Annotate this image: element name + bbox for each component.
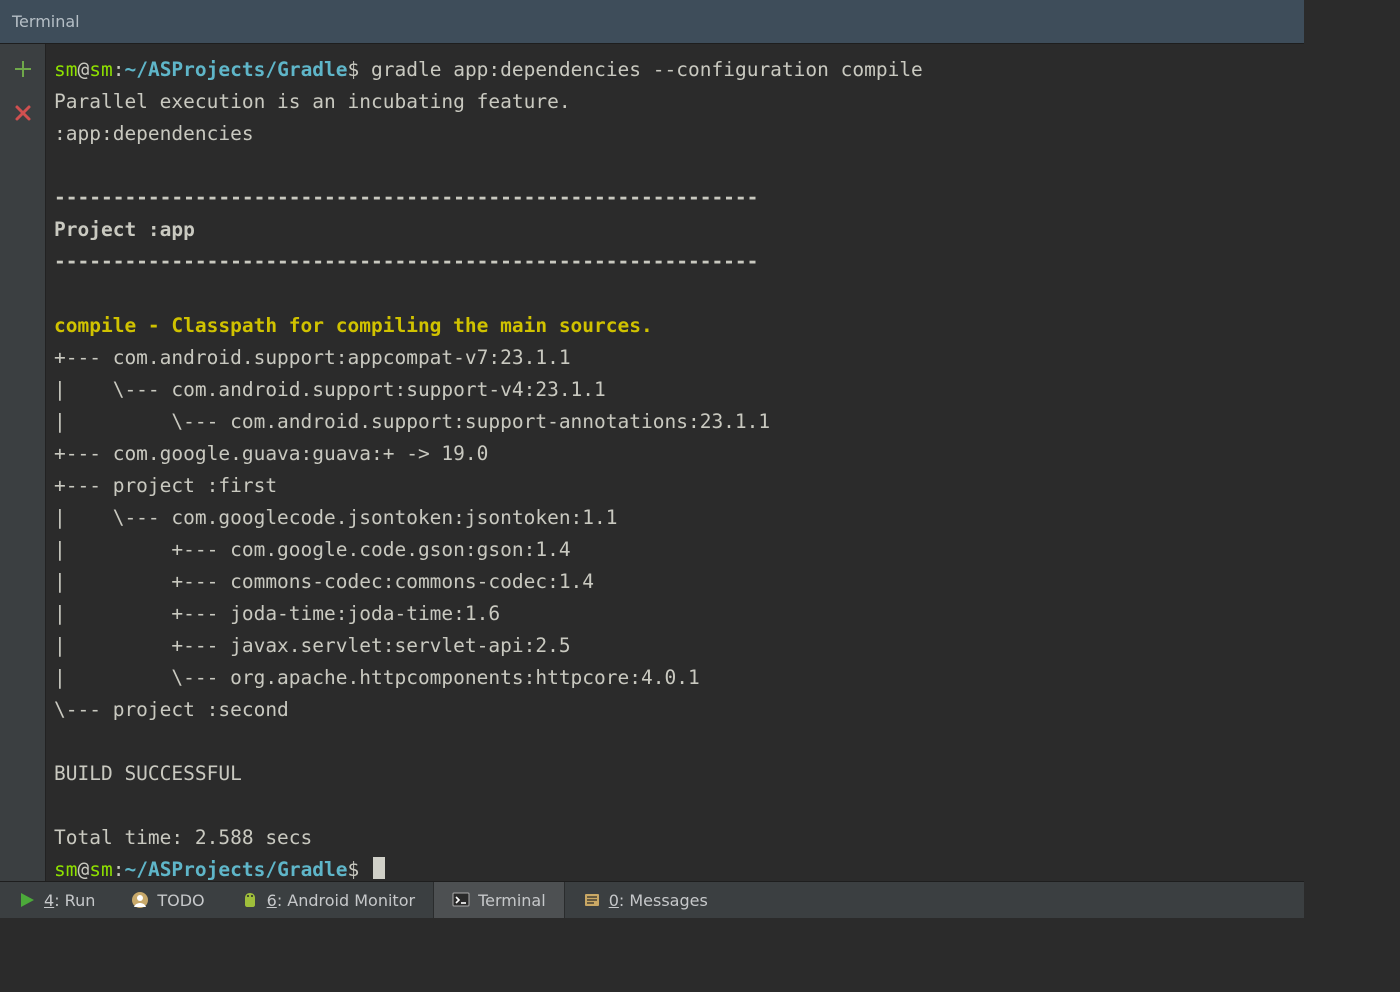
prompt-colon: : bbox=[113, 58, 125, 81]
tool-window-bar: 4: Run TODO 6: Android Monitor Terminal … bbox=[0, 881, 1304, 918]
run-icon bbox=[18, 891, 36, 909]
dep-5: +--- project :first bbox=[54, 474, 277, 497]
prompt2-host: sm bbox=[89, 858, 112, 881]
todo-label: TODO bbox=[157, 891, 204, 910]
out-sep1: ----------------------------------------… bbox=[54, 186, 758, 209]
dep-11: | \--- org.apache.httpcomponents:httpcor… bbox=[54, 666, 700, 689]
dep-12: \--- project :second bbox=[54, 698, 289, 721]
out-task: :app:dependencies bbox=[54, 122, 254, 145]
close-tab-icon[interactable] bbox=[12, 102, 34, 124]
panel-title: Terminal bbox=[12, 12, 80, 31]
android-label: : Android Monitor bbox=[277, 891, 415, 910]
prompt-host: sm bbox=[89, 58, 112, 81]
terminal-panel: sm@sm:~/ASProjects/Gradle$ gradle app:de… bbox=[0, 44, 1304, 881]
android-icon bbox=[241, 891, 259, 909]
run-num: 4 bbox=[44, 891, 54, 910]
toolwindow-android-monitor[interactable]: 6: Android Monitor bbox=[223, 882, 433, 918]
dep-8: | +--- commons-codec:commons-codec:1.4 bbox=[54, 570, 594, 593]
prompt2-colon: : bbox=[113, 858, 125, 881]
messages-icon bbox=[583, 891, 601, 909]
terminal-output[interactable]: sm@sm:~/ASProjects/Gradle$ gradle app:de… bbox=[46, 44, 1304, 881]
command-text: gradle app:dependencies --configuration … bbox=[359, 58, 923, 81]
out-sep2: ----------------------------------------… bbox=[54, 250, 758, 273]
out-build: BUILD SUCCESSFUL bbox=[54, 762, 242, 785]
terminal-icon bbox=[452, 891, 470, 909]
toolwindow-messages[interactable]: 0: Messages bbox=[565, 882, 726, 918]
dep-6: | \--- com.googlecode.jsontoken:jsontoke… bbox=[54, 506, 618, 529]
prompt-path: ~/ASProjects/Gradle bbox=[124, 58, 347, 81]
toolwindow-run[interactable]: 4: Run bbox=[0, 882, 113, 918]
terminal-gutter bbox=[0, 44, 46, 881]
run-label: : Run bbox=[54, 891, 95, 910]
terminal-cursor bbox=[373, 857, 385, 879]
dep-3: | \--- com.android.support:support-annot… bbox=[54, 410, 770, 433]
panel-titlebar: Terminal bbox=[0, 0, 1304, 44]
out-compile-header: compile - Classpath for compiling the ma… bbox=[54, 314, 653, 337]
prompt2-dollar: $ bbox=[348, 858, 360, 881]
todo-icon bbox=[131, 891, 149, 909]
prompt-dollar: $ bbox=[348, 58, 360, 81]
prompt2-path: ~/ASProjects/Gradle bbox=[124, 858, 347, 881]
messages-num: 0 bbox=[609, 891, 619, 910]
dep-10: | +--- javax.servlet:servlet-api:2.5 bbox=[54, 634, 571, 657]
dep-1: +--- com.android.support:appcompat-v7:23… bbox=[54, 346, 571, 369]
prompt-at: @ bbox=[77, 58, 89, 81]
dep-9: | +--- joda-time:joda-time:1.6 bbox=[54, 602, 500, 625]
out-project: Project :app bbox=[54, 218, 195, 241]
toolwindow-todo[interactable]: TODO bbox=[113, 882, 222, 918]
prompt-user: sm bbox=[54, 58, 77, 81]
dep-7: | +--- com.google.code.gson:gson:1.4 bbox=[54, 538, 571, 561]
terminal-label: Terminal bbox=[478, 891, 546, 910]
prompt2-user: sm bbox=[54, 858, 77, 881]
prompt2-at: @ bbox=[77, 858, 89, 881]
toolwindow-terminal[interactable]: Terminal bbox=[433, 882, 565, 918]
dep-4: +--- com.google.guava:guava:+ -> 19.0 bbox=[54, 442, 488, 465]
messages-label: : Messages bbox=[619, 891, 708, 910]
android-num: 6 bbox=[267, 891, 277, 910]
out-parallel: Parallel execution is an incubating feat… bbox=[54, 90, 571, 113]
dep-2: | \--- com.android.support:support-v4:23… bbox=[54, 378, 606, 401]
add-tab-icon[interactable] bbox=[12, 58, 34, 80]
out-time: Total time: 2.588 secs bbox=[54, 826, 312, 849]
